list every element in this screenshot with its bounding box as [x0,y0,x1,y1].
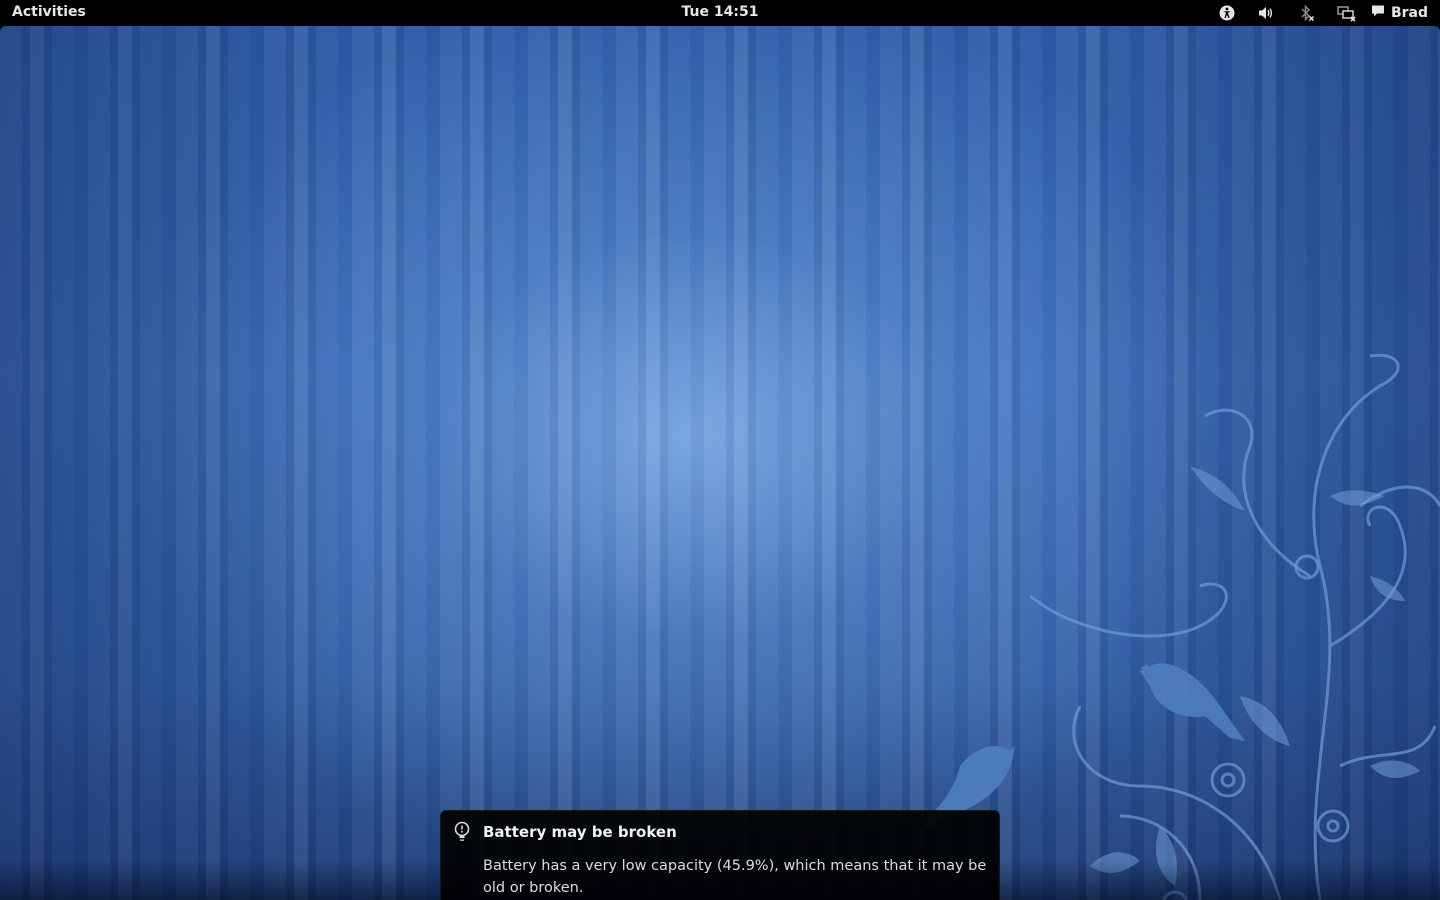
desktop-wallpaper [0,26,1440,900]
notification-body: Battery has a very low capacity (45.9%),… [483,858,987,896]
notification-banner[interactable]: Battery may be broken Battery has a very… [440,810,1000,900]
chat-status-icon [1371,4,1385,22]
user-menu[interactable]: Brad [1367,0,1440,26]
network-disconnected-icon[interactable] [1327,0,1367,26]
accessibility-icon[interactable] [1207,0,1247,26]
bluetooth-disabled-icon[interactable] [1287,0,1327,26]
volume-icon[interactable] [1247,0,1287,26]
notification-title: Battery may be broken [483,823,677,841]
activities-button[interactable]: Activities [12,4,86,20]
top-bar: Activities Tue 14:51 Brad [0,0,1440,26]
user-name: Brad [1390,5,1428,21]
clock-button[interactable]: Tue 14:51 [682,4,759,20]
battery-warning-icon [453,821,471,843]
system-tray: Brad [1207,0,1440,26]
